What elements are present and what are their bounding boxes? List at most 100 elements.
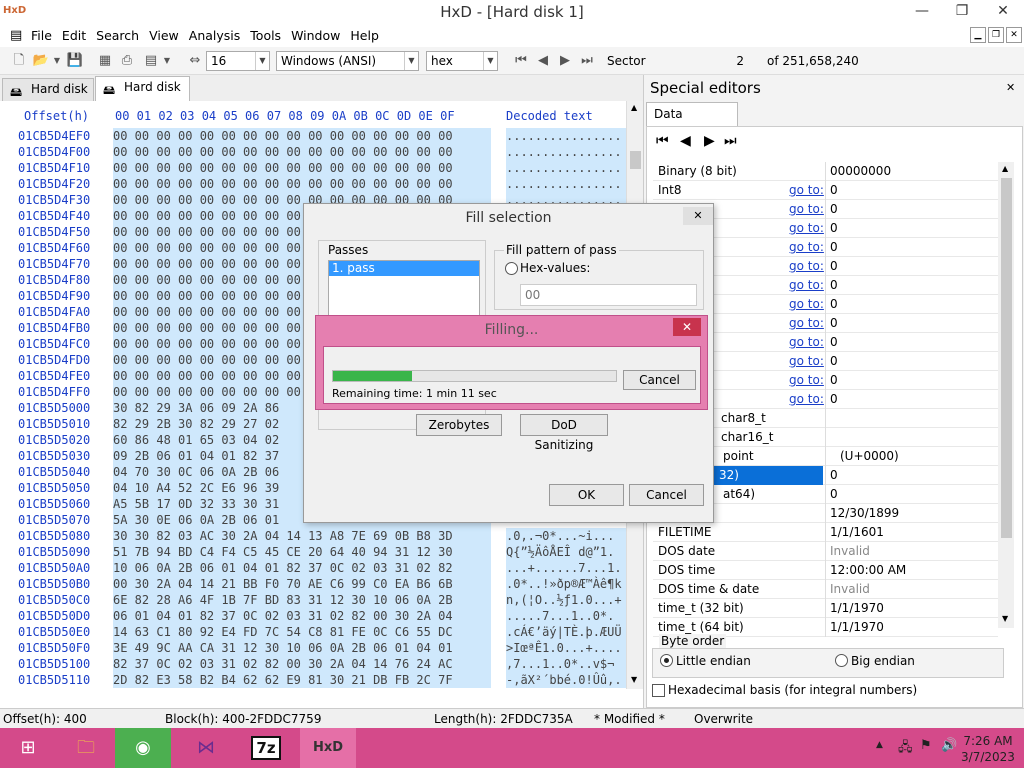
row-bytes[interactable]: 30 30 82 03 AC 30 2A 04 14 13 A8 7E 69 0… <box>113 528 491 544</box>
pass-item-1[interactable]: 1. pass <box>329 261 479 276</box>
hex-basis-checkbox[interactable] <box>652 684 665 697</box>
hex-row[interactable]: 01CB5D4F20 00 00 00 00 00 00 00 00 00 00 … <box>0 176 626 192</box>
inspector-value[interactable]: 0 <box>825 466 998 485</box>
goto-link[interactable]: go to: <box>789 352 824 371</box>
row-bytes[interactable]: 00 00 00 00 00 00 00 00 00 00 00 00 00 0… <box>113 160 491 176</box>
row-decoded[interactable]: ...+......7...1. <box>506 560 626 576</box>
row-bytes[interactable]: 51 7B 94 BD C4 F4 C5 45 CE 20 64 40 94 3… <box>113 544 491 560</box>
menu-file[interactable]: File <box>26 24 57 47</box>
panel-close-icon[interactable]: ✕ <box>1006 81 1015 94</box>
row-bytes[interactable]: 00 30 2A 04 14 21 BB F0 70 AE C6 99 C0 E… <box>113 576 491 592</box>
menu-view[interactable]: View <box>144 24 184 47</box>
row-decoded[interactable]: >IœªÊ1.0...+.... <box>506 640 626 656</box>
inspector-value[interactable]: 0 <box>825 390 998 409</box>
action-center-icon[interactable]: ⚑ <box>920 738 932 753</box>
ok-button[interactable]: OK <box>549 484 624 506</box>
bytes-per-row-select[interactable]: 16 ▼ <box>206 51 270 71</box>
scroll-down-icon[interactable]: ▼ <box>1002 614 1008 623</box>
big-endian-radio[interactable] <box>835 654 848 667</box>
row-decoded[interactable]: ................ <box>506 144 626 160</box>
inspector-value[interactable]: 0 <box>825 219 998 238</box>
properties-icon[interactable]: ▤ <box>142 52 160 70</box>
inspector-value[interactable]: 12/30/1899 <box>825 504 998 523</box>
close-file-icon[interactable]: ▦ <box>96 52 114 70</box>
goto-link[interactable]: go to: <box>789 181 824 200</box>
mdi-close-button[interactable]: ✕ <box>1006 27 1022 43</box>
inspector-value[interactable]: 0 <box>825 276 998 295</box>
hex-row[interactable]: 01CB5D5100 82 37 0C 02 03 31 02 82 00 30 … <box>0 656 626 672</box>
inspector-last-icon[interactable]: ⏭ <box>724 133 737 149</box>
row-decoded[interactable]: n‚(¦O..½ƒ1.0...+ <box>506 592 626 608</box>
inspector-value[interactable]: Invalid <box>825 580 998 599</box>
inspector-row[interactable]: Int8 go to: 0 <box>653 181 998 200</box>
goto-link[interactable]: go to: <box>789 390 824 409</box>
inspector-value[interactable]: Invalid <box>825 542 998 561</box>
inspector-row[interactable]: DOS time 12:00:00 AM <box>653 561 998 580</box>
row-bytes[interactable]: 82 37 0C 02 03 31 02 82 00 30 2A 04 14 7… <box>113 656 491 672</box>
chevron-down-icon[interactable]: ▼ <box>52 52 62 70</box>
tab-data-inspector[interactable]: Data inspector <box>646 102 738 143</box>
tray-chevron-icon[interactable]: ▲ <box>876 740 883 750</box>
row-bytes[interactable]: 00 00 00 00 00 00 00 00 00 00 00 00 00 0… <box>113 144 491 160</box>
inspector-value[interactable]: 0 <box>825 181 998 200</box>
zerobytes-button[interactable]: Zerobytes <box>416 414 502 436</box>
scroll-up-icon[interactable]: ▲ <box>1002 164 1008 173</box>
hex-row[interactable]: 01CB5D50E0 14 63 C1 80 92 E4 FD 7C 54 C8 … <box>0 624 626 640</box>
row-bytes[interactable]: 3E 49 9C AA CA 31 12 30 10 06 0A 2B 06 0… <box>113 640 491 656</box>
goto-link[interactable]: go to: <box>789 219 824 238</box>
goto-link[interactable]: go to: <box>789 276 824 295</box>
row-bytes[interactable]: 00 00 00 00 00 00 00 00 00 00 00 00 00 0… <box>113 128 491 144</box>
previous-sector-icon[interactable]: ◀ <box>534 52 552 70</box>
menu-search[interactable]: Search <box>91 24 144 47</box>
open-folder-icon[interactable]: 📂 <box>32 52 50 70</box>
volume-icon[interactable]: 🔊 <box>941 738 957 753</box>
inspector-value[interactable]: 1/1/1601 <box>825 523 998 542</box>
hex-row[interactable]: 01CB5D5090 51 7B 94 BD C4 F4 C5 45 CE 20 … <box>0 544 626 560</box>
inspector-value[interactable]: 1/1/1970 <box>825 618 998 637</box>
row-decoded[interactable]: Q{”½ÄôÅEÎ d@”1. <box>506 544 626 560</box>
inspector-row[interactable]: DOS time & date Invalid <box>653 580 998 599</box>
first-sector-icon[interactable]: ⏮ <box>512 52 530 70</box>
last-sector-icon[interactable]: ⏭ <box>578 52 596 70</box>
row-bytes[interactable]: 10 06 0A 2B 06 01 04 01 82 37 0C 02 03 3… <box>113 560 491 576</box>
chrome-icon[interactable]: ◉ <box>115 728 171 768</box>
passes-list[interactable]: 1. pass <box>328 260 480 320</box>
hex-row[interactable]: 01CB5D4EF0 00 00 00 00 00 00 00 00 00 00 … <box>0 128 626 144</box>
inspector-value[interactable]: 0 <box>825 295 998 314</box>
inspector-value[interactable] <box>825 428 998 447</box>
row-bytes[interactable]: 2D 82 E3 58 B2 B4 62 62 E9 81 30 21 DB F… <box>113 672 491 688</box>
row-decoded[interactable]: .0,.¬0*...~i... <box>506 528 626 544</box>
progress-close-button[interactable]: ✕ <box>673 318 701 336</box>
hex-row[interactable]: 01CB5D50A0 10 06 0A 2B 06 01 04 01 82 37 … <box>0 560 626 576</box>
save-icon[interactable]: 💾 <box>66 52 84 70</box>
goto-link[interactable]: go to: <box>789 257 824 276</box>
inspector-value[interactable]: 0 <box>825 485 998 504</box>
mdi-restore-button[interactable]: ❐ <box>988 27 1004 43</box>
hex-row[interactable]: 01CB5D5110 2D 82 E3 58 B2 B4 62 62 E9 81 … <box>0 672 626 688</box>
inspector-value[interactable] <box>825 409 998 428</box>
goto-link[interactable]: go to: <box>789 238 824 257</box>
row-bytes[interactable]: 06 01 04 01 82 37 0C 02 03 31 02 82 00 3… <box>113 608 491 624</box>
inspector-value[interactable]: 0 <box>825 257 998 276</box>
inspector-value[interactable]: 0 <box>825 352 998 371</box>
restore-button[interactable]: ❐ <box>942 0 982 22</box>
inspector-value[interactable]: 0 <box>825 333 998 352</box>
print-icon[interactable]: ⎙ <box>118 52 136 70</box>
menu-help[interactable]: Help <box>345 24 384 47</box>
inspector-next-icon[interactable]: ▶ <box>704 133 715 149</box>
goto-link[interactable]: go to: <box>789 371 824 390</box>
scroll-up-icon[interactable]: ▲ <box>631 103 637 112</box>
inspector-value[interactable]: (U+0000) <box>825 447 998 466</box>
hex-values-radio[interactable] <box>505 262 518 275</box>
goto-link[interactable]: go to: <box>789 314 824 333</box>
inspector-value[interactable]: 0 <box>825 314 998 333</box>
start-icon[interactable]: ⊞ <box>0 728 56 768</box>
row-decoded[interactable]: ................ <box>506 128 626 144</box>
tab-hard-disk-1[interactable]: 🖴Hard disk 1 <box>2 78 94 117</box>
hex-row[interactable]: 01CB5D5080 30 30 82 03 AC 30 2A 04 14 13 … <box>0 528 626 544</box>
inspector-row[interactable]: DOS date Invalid <box>653 542 998 561</box>
charset-select[interactable]: Windows (ANSI) ▼ <box>276 51 419 71</box>
inspector-value[interactable]: 1/1/1970 <box>825 599 998 618</box>
row-bytes[interactable]: 14 63 C1 80 92 E4 FD 7C 54 C8 81 FE 0C C… <box>113 624 491 640</box>
progress-cancel-button[interactable]: Cancel <box>623 370 696 390</box>
